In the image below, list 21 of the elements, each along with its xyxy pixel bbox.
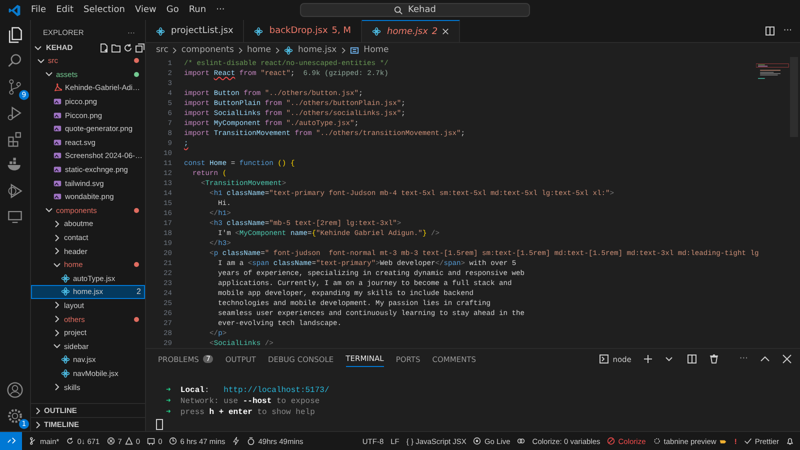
menu-item[interactable]: Go [166, 5, 179, 15]
menu-item[interactable]: Run [188, 5, 206, 15]
menu-item[interactable]: ··· [216, 5, 225, 15]
command-search-field[interactable]: Kehad [300, 3, 530, 17]
menu-item[interactable]: Edit [56, 5, 74, 15]
menu-item[interactable]: Selection [84, 5, 125, 15]
breadcrumb-item[interactable]: components [181, 45, 234, 55]
menu-item[interactable]: View [134, 5, 156, 15]
breadcrumb-item[interactable]: home [246, 45, 272, 55]
terminal-line: ➜ Local: http://localhost:5173/ [166, 385, 330, 396]
problem-count: 2 [136, 287, 141, 296]
breadcrumb-item[interactable]: home.jsx [298, 45, 337, 55]
terminal-line: ➜ Network: use --host to expose [166, 396, 321, 407]
breadcrumb-item[interactable]: Home [364, 45, 389, 55]
more-actions-button[interactable]: ··· [783, 26, 792, 36]
editor-tab[interactable]: projectList.jsx [146, 20, 244, 42]
terminal-line: ➜ press h + enter to show help [166, 407, 316, 418]
menu-item[interactable]: File [31, 5, 46, 15]
editor-tab[interactable]: home.jsx 2 [362, 20, 460, 42]
breadcrumb-item[interactable]: src [156, 45, 168, 55]
more-actions-button[interactable]: ··· [739, 354, 748, 364]
